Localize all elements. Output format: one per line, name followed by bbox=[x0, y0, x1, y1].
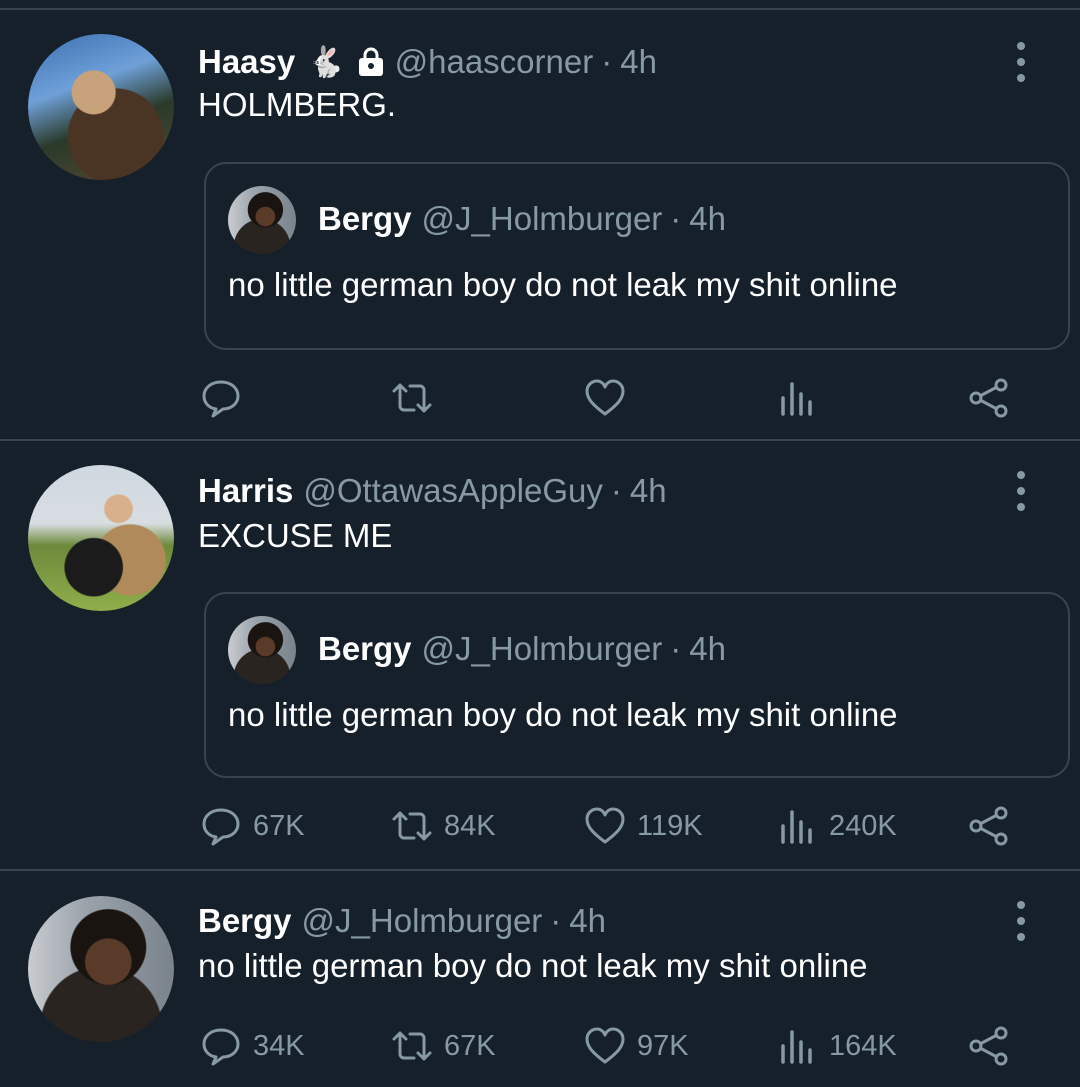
quoted-header: Bergy @J_Holmburger · 4h bbox=[318, 200, 726, 238]
separator-dot: · bbox=[601, 43, 613, 80]
retweet-button[interactable]: 84K bbox=[390, 802, 496, 850]
views-button[interactable]: 240K bbox=[775, 802, 897, 850]
views-icon bbox=[781, 1030, 812, 1064]
quoted-handle: @J_Holmburger bbox=[421, 630, 663, 667]
separator-dot: · bbox=[550, 902, 562, 939]
reply-button[interactable]: 67K bbox=[199, 802, 305, 850]
avatar[interactable] bbox=[28, 34, 174, 180]
quoted-tweet[interactable]: Bergy @J_Holmburger · 4h no little germa… bbox=[204, 592, 1070, 778]
action-bar: 34K 67K 97K 164K bbox=[0, 1022, 1080, 1070]
retweet-count: 67K bbox=[444, 1029, 496, 1062]
user-handle[interactable]: @OttawasAppleGuy bbox=[303, 472, 602, 510]
share-icon bbox=[969, 806, 1008, 846]
quoted-header: Bergy @J_Holmburger · 4h bbox=[318, 630, 726, 668]
separator-dot: · bbox=[610, 472, 622, 509]
quoted-tweet[interactable]: Bergy @J_Holmburger · 4h no little germa… bbox=[204, 162, 1070, 350]
share-icon bbox=[969, 1026, 1008, 1066]
reply-icon bbox=[202, 380, 240, 418]
views-icon bbox=[781, 810, 812, 844]
tweet-text: no little german boy do not leak my shit… bbox=[198, 947, 868, 984]
retweet-button[interactable]: 67K bbox=[390, 1022, 496, 1070]
reply-button[interactable] bbox=[199, 374, 253, 422]
more-icon[interactable] bbox=[1013, 471, 1029, 511]
display-name[interactable]: Harris bbox=[198, 472, 293, 510]
like-button[interactable]: 119K bbox=[583, 802, 703, 850]
views-button[interactable]: 164K bbox=[775, 1022, 897, 1070]
display-name[interactable]: Bergy bbox=[198, 902, 292, 940]
display-name[interactable]: Haasy bbox=[198, 43, 295, 81]
reply-icon bbox=[202, 1028, 240, 1066]
views-button[interactable] bbox=[775, 374, 829, 422]
like-button[interactable] bbox=[583, 374, 637, 422]
timestamp[interactable]: 4h bbox=[630, 472, 667, 510]
action-bar: 67K 84K 119K 240K bbox=[0, 802, 1080, 850]
user-handle[interactable]: @J_Holmburger bbox=[302, 902, 543, 940]
rabbit-emoji: 🐇 bbox=[307, 45, 345, 79]
quoted-handle: @J_Holmburger bbox=[421, 200, 663, 237]
reply-icon bbox=[202, 808, 240, 846]
tweet-3[interactable]: Bergy @J_Holmburger · 4h no little germa… bbox=[0, 871, 1080, 1087]
tweet-header: Harris @OttawasAppleGuy · 4h bbox=[198, 469, 667, 513]
views-count: 240K bbox=[829, 809, 897, 842]
like-icon bbox=[585, 1027, 625, 1064]
reply-button[interactable]: 34K bbox=[199, 1022, 305, 1070]
retweet-icon bbox=[392, 811, 432, 841]
quoted-display-name: Bergy bbox=[318, 630, 412, 667]
reply-count: 67K bbox=[253, 809, 305, 842]
like-count: 97K bbox=[637, 1029, 689, 1062]
avatar[interactable] bbox=[28, 896, 174, 1042]
tweet-2[interactable]: Harris @OttawasAppleGuy · 4h EXCUSE ME B… bbox=[0, 441, 1080, 871]
retweet-count: 84K bbox=[444, 809, 496, 842]
quoted-avatar bbox=[228, 616, 296, 684]
share-button[interactable] bbox=[967, 802, 1011, 850]
tweet-header: Haasy 🐇 @haascorner · 4h bbox=[198, 40, 657, 84]
share-icon bbox=[969, 378, 1008, 418]
like-icon bbox=[585, 379, 625, 416]
share-button[interactable] bbox=[967, 1022, 1011, 1070]
action-bar bbox=[0, 374, 1080, 422]
more-icon[interactable] bbox=[1013, 42, 1029, 82]
quoted-text: no little german boy do not leak my shit… bbox=[228, 266, 898, 303]
quoted-display-name: Bergy bbox=[318, 200, 412, 237]
tweet-header: Bergy @J_Holmburger · 4h bbox=[198, 899, 606, 943]
timestamp[interactable]: 4h bbox=[620, 43, 657, 81]
like-button[interactable]: 97K bbox=[583, 1022, 689, 1070]
separator-dot: · bbox=[670, 200, 682, 237]
more-icon[interactable] bbox=[1013, 901, 1029, 941]
share-button[interactable] bbox=[967, 374, 1011, 422]
lock-icon bbox=[357, 47, 385, 77]
tweet-text: EXCUSE ME bbox=[198, 517, 393, 554]
timestamp[interactable]: 4h bbox=[569, 902, 606, 940]
views-count: 164K bbox=[829, 1029, 897, 1062]
quoted-text: no little german boy do not leak my shit… bbox=[228, 696, 898, 733]
retweet-icon bbox=[392, 1031, 432, 1061]
user-handle[interactable]: @haascorner bbox=[395, 43, 594, 81]
tweet-1[interactable]: Haasy 🐇 @haascorner · 4h HOLMBERG. Bergy… bbox=[0, 0, 1080, 440]
retweet-icon bbox=[392, 383, 432, 413]
like-count: 119K bbox=[637, 809, 703, 842]
quoted-timestamp: 4h bbox=[689, 200, 727, 237]
views-icon bbox=[781, 382, 812, 416]
quoted-avatar bbox=[228, 186, 296, 254]
quoted-timestamp: 4h bbox=[689, 630, 727, 667]
separator-dot: · bbox=[670, 630, 682, 667]
retweet-button[interactable] bbox=[390, 374, 444, 422]
reply-count: 34K bbox=[253, 1029, 305, 1062]
tweet-text: HOLMBERG. bbox=[198, 86, 397, 123]
avatar[interactable] bbox=[28, 465, 174, 611]
like-icon bbox=[585, 807, 625, 844]
